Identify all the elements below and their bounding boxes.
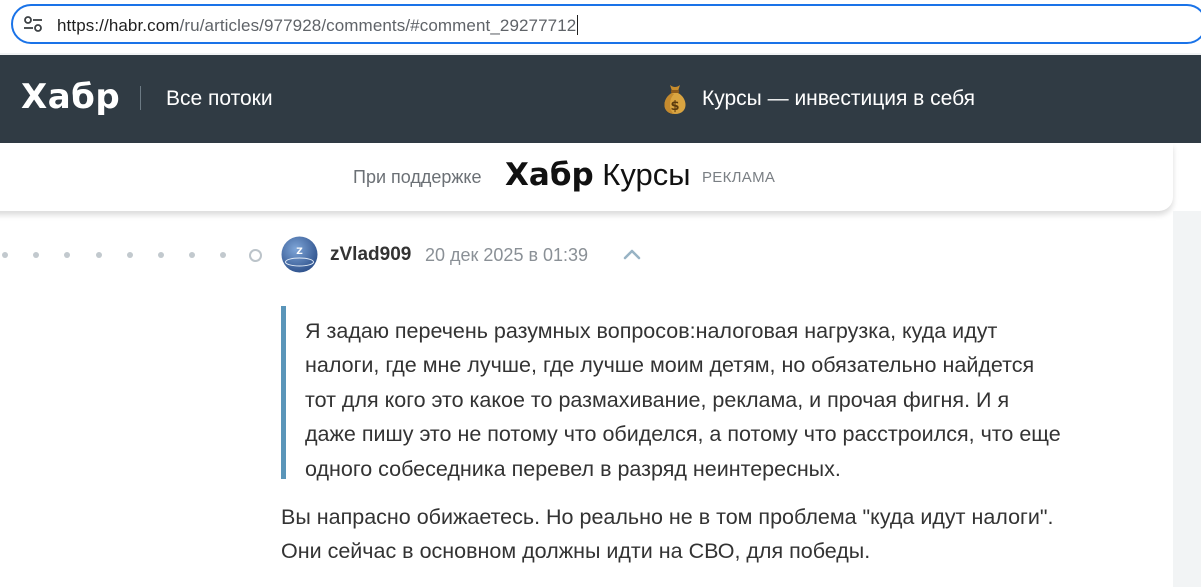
address-bar[interactable]: https://habr.com/ru/articles/977928/comm… [11,4,1201,44]
quote-line: тот для кого это какое то размахивание, … [305,387,1010,412]
quote-line: Я задаю перечень разумных вопросов:налог… [305,319,998,343]
browser-toolbar: https://habr.com/ru/articles/977928/comm… [0,0,1201,53]
comment-line: Они сейчас в основном должны идти на СВО… [281,539,871,564]
thread-dot [158,252,164,258]
tune-icon[interactable] [23,16,43,32]
chevron-up-icon[interactable] [622,247,642,261]
sponsor-logo-bold: Хабр [505,157,594,193]
text-caret [577,15,579,35]
svg-text:Z: Z [296,247,303,257]
comment-line: Вы напрасно обижаетесь. Но реально не в … [281,505,1054,529]
page-content: При поддержке Хабр Курсы РЕКЛАМА Z zVlad… [0,143,1201,587]
url-path: /ru/articles/977928/comments/#comment_29… [179,16,577,35]
thread-dot [2,252,8,258]
habr-logo[interactable]: Хабр [21,77,120,117]
promo-text: Курсы — инвестиция в себя [702,87,976,110]
quote-line: даже пишу это не потому что обиделся, а … [305,422,1061,447]
thread-dot [189,252,195,258]
sponsor-logo-light: Курсы [602,157,691,192]
url-input[interactable]: https://habr.com/ru/articles/977928/comm… [57,15,579,36]
sponsor-banner[interactable]: При поддержке Хабр Курсы РЕКЛАМА [0,143,1173,211]
thread-dot [127,252,133,258]
ad-label: РЕКЛАМА [702,169,776,186]
right-rail [1173,211,1201,587]
site-header: Хабр Все потоки $ Курсы — инвестиция в с… [0,55,1201,143]
comment-author[interactable]: zVlad909 [330,244,411,266]
thread-depth-indicator [0,249,270,262]
comment-body: Вы напрасно обижаетесь. Но реально не в … [281,500,1161,569]
comment-timestamp[interactable]: 20 дек 2025 в 01:39 [425,245,588,266]
quoted-text: Я задаю перечень разумных вопросов:налог… [281,306,1141,481]
thread-current-dot [249,249,262,262]
courses-promo-link[interactable]: $ Курсы — инвестиция в себя [660,82,975,116]
habr-courses-logo[interactable]: Хабр Курсы [505,157,691,193]
svg-text:$: $ [670,99,679,114]
thread-dot [96,252,102,258]
all-streams-link[interactable]: Все потоки [166,87,273,111]
avatar[interactable]: Z [281,236,318,273]
thread-dot [64,252,70,258]
header-divider [140,86,141,110]
quote-line: налоги, где мне лучше, где лучше моим де… [305,353,1035,378]
quote-line: одного собеседника перевел в разряд неин… [305,456,841,481]
money-bag-icon: $ [664,85,686,114]
url-host: https://habr.com [57,16,180,35]
thread-dot [220,252,226,258]
thread-dot [33,252,39,258]
sponsor-label: При поддержке [353,167,482,187]
